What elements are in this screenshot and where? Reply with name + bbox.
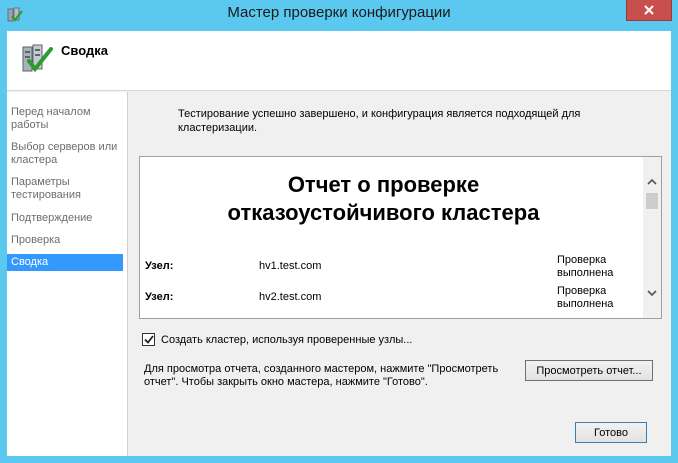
- sidebar-item-label: Проверка: [11, 234, 61, 246]
- sidebar-item-label: работы: [11, 119, 49, 131]
- close-icon: [644, 5, 654, 15]
- node-value: hv2.test.com: [259, 291, 322, 303]
- node-label: Узел:: [145, 291, 174, 303]
- checklist-checkmark-icon: [22, 44, 53, 73]
- result-message-line: Тестирование успешно завершено, и конфиг…: [178, 108, 581, 120]
- sidebar-item-label: Перед началом: [11, 106, 91, 118]
- wizard-steps-sidebar: Перед началом работы Выбор серверов или …: [7, 92, 127, 456]
- sidebar-item-label: кластера: [11, 154, 58, 166]
- create-cluster-checkbox[interactable]: [142, 333, 155, 346]
- wizard-content: Тестирование успешно завершено, и конфиг…: [128, 92, 671, 456]
- report-hint-line: Для просмотра отчета, созданного мастеро…: [144, 363, 499, 375]
- node-value: hv1.test.com: [259, 260, 322, 272]
- report-viewer[interactable]: Отчет о проверке отказоустойчивого класт…: [139, 156, 662, 319]
- scroll-down-button[interactable]: [643, 285, 661, 301]
- title-bar: Мастер проверки конфигурации: [0, 0, 678, 31]
- result-message-line: кластеризации.: [178, 122, 258, 134]
- create-cluster-option[interactable]: Создать кластер, используя проверенные у…: [142, 333, 412, 346]
- sidebar-item-before-begin[interactable]: Перед началом работы: [7, 106, 123, 132]
- chevron-up-icon: [647, 178, 657, 185]
- sidebar-item-label: Подтверждение: [11, 212, 93, 224]
- node-label: Узел:: [145, 260, 174, 272]
- sidebar-item-select-servers[interactable]: Выбор серверов или кластера: [7, 141, 123, 167]
- page-title: Сводка: [61, 43, 108, 58]
- close-button[interactable]: [626, 0, 672, 21]
- sidebar-item-label: Сводка: [11, 256, 49, 268]
- sidebar-item-label: Параметры: [11, 176, 70, 188]
- sidebar-item-testing-options[interactable]: Параметры тестирования: [7, 176, 123, 202]
- wizard-header: Сводка: [7, 31, 671, 91]
- node-status-line: выполнена: [557, 298, 614, 310]
- scroll-up-button[interactable]: [643, 173, 661, 189]
- node-status: Проверка выполнена: [557, 285, 627, 311]
- scroll-thumb[interactable]: [646, 193, 658, 209]
- node-status-line: выполнена: [557, 267, 614, 279]
- sidebar-item-label: Выбор серверов или: [11, 141, 118, 153]
- node-status-line: Проверка: [557, 285, 607, 297]
- sidebar-item-label: тестирования: [11, 189, 81, 201]
- checkmark-icon: [143, 335, 154, 344]
- sidebar-item-confirmation[interactable]: Подтверждение: [7, 212, 123, 225]
- report-title-line: Отчет о проверке: [287, 172, 480, 197]
- report-hint: Для просмотра отчета, созданного мастеро…: [144, 363, 524, 389]
- window-title: Мастер проверки конфигурации: [227, 4, 451, 21]
- report-scrollbar[interactable]: [643, 157, 661, 318]
- result-message: Тестирование успешно завершено, и конфиг…: [178, 107, 598, 135]
- create-cluster-label: Создать кластер, используя проверенные у…: [161, 333, 413, 346]
- sidebar-item-summary[interactable]: Сводка: [7, 254, 123, 271]
- node-status-line: Проверка: [557, 254, 607, 266]
- finish-button[interactable]: Готово: [575, 422, 647, 443]
- sidebar-item-validating[interactable]: Проверка: [7, 234, 123, 247]
- node-status: Проверка выполнена: [557, 254, 627, 280]
- view-report-button[interactable]: Просмотреть отчет...: [525, 360, 653, 381]
- report-title: Отчет о проверке отказоустойчивого класт…: [140, 171, 627, 227]
- chevron-down-icon: [647, 289, 657, 296]
- report-title-line: отказоустойчивого кластера: [227, 200, 540, 225]
- report-hint-line: отчет". Чтобы закрыть окно мастера, нажм…: [144, 376, 428, 388]
- wizard-window: Сводка Перед началом работы Выбор сервер…: [7, 31, 671, 456]
